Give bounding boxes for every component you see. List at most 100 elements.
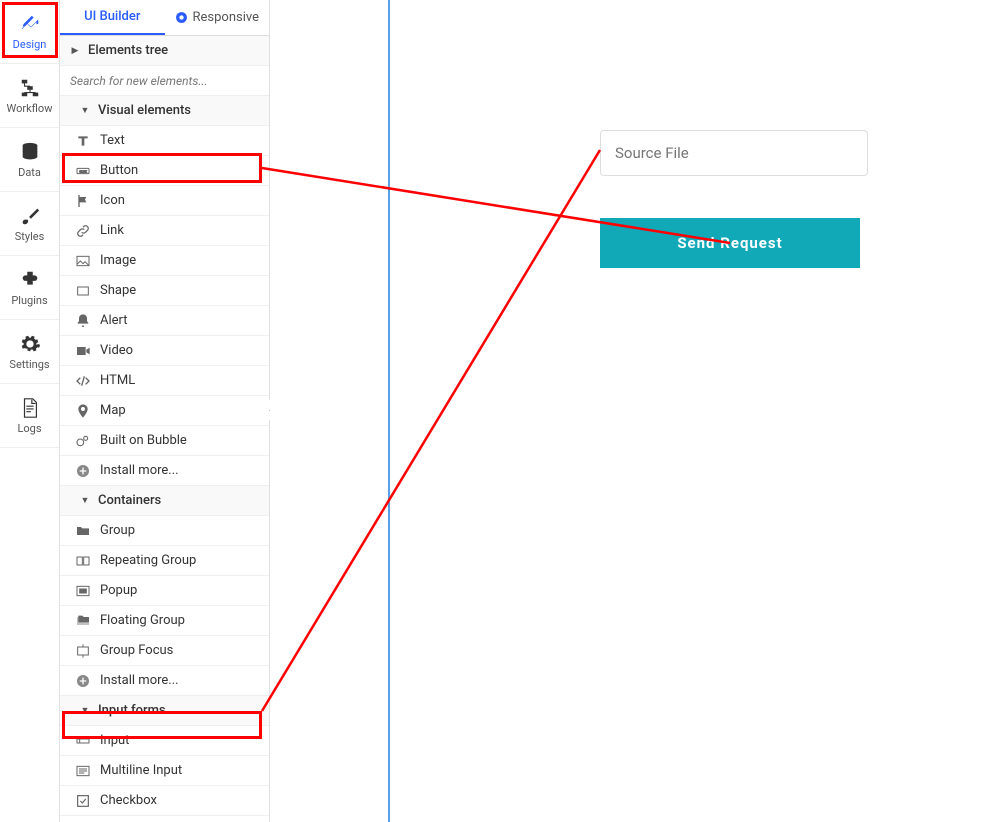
element-map-label: Map bbox=[100, 403, 126, 418]
multiline-input-icon bbox=[74, 762, 92, 780]
design-icon bbox=[19, 13, 41, 35]
element-repeating-group-label: Repeating Group bbox=[100, 553, 196, 568]
element-image[interactable]: Image bbox=[60, 246, 269, 276]
element-checkbox-label: Checkbox bbox=[100, 793, 157, 808]
tab-ui-builder-label: UI Builder bbox=[84, 9, 140, 24]
element-button-label: Button bbox=[100, 163, 138, 178]
element-input-label: Input bbox=[100, 733, 129, 748]
rail-styles-label: Styles bbox=[15, 230, 45, 243]
element-icon[interactable]: Icon bbox=[60, 186, 269, 216]
element-checkbox[interactable]: Checkbox bbox=[60, 786, 269, 816]
rail-design[interactable]: Design bbox=[0, 0, 59, 64]
section-elements-tree-label: Elements tree bbox=[88, 43, 168, 58]
search-input[interactable] bbox=[60, 66, 269, 96]
element-icon-label: Icon bbox=[100, 193, 125, 208]
video-icon bbox=[74, 342, 92, 360]
rail-settings-label: Settings bbox=[9, 358, 49, 371]
rail-plugins[interactable]: Plugins bbox=[0, 256, 59, 320]
caret-down-icon: ▼ bbox=[80, 495, 90, 506]
workflow-icon bbox=[19, 77, 41, 99]
element-multiline-input[interactable]: Multiline Input bbox=[60, 756, 269, 786]
source-file-input[interactable] bbox=[600, 130, 868, 176]
section-input-forms-label: Input forms bbox=[98, 703, 166, 718]
canvas[interactable]: Send Request bbox=[270, 0, 999, 822]
element-input[interactable]: Input bbox=[60, 726, 269, 756]
element-install-more-visual-label: Install more... bbox=[100, 463, 179, 478]
elements-scroll[interactable]: ▶ Elements tree ▼ Visual elements Text C… bbox=[60, 36, 269, 822]
logs-icon bbox=[19, 397, 41, 419]
element-html[interactable]: HTML bbox=[60, 366, 269, 396]
element-group[interactable]: Group bbox=[60, 516, 269, 546]
section-visual-elements[interactable]: ▼ Visual elements bbox=[60, 96, 269, 126]
bell-icon bbox=[74, 312, 92, 330]
caret-down-icon: ▼ bbox=[80, 105, 90, 116]
plugin-icon bbox=[19, 269, 41, 291]
text-icon bbox=[74, 132, 92, 150]
rail-logs[interactable]: Logs bbox=[0, 384, 59, 448]
element-link[interactable]: Link bbox=[60, 216, 269, 246]
link-icon bbox=[74, 222, 92, 240]
flag-icon bbox=[74, 192, 92, 210]
rail-styles[interactable]: Styles bbox=[0, 192, 59, 256]
rail-settings[interactable]: Settings bbox=[0, 320, 59, 384]
checkbox-icon bbox=[74, 792, 92, 810]
element-group-focus-label: Group Focus bbox=[100, 643, 173, 658]
left-rail: Design Workflow Data Styles Plugins bbox=[0, 0, 60, 822]
section-elements-tree[interactable]: ▶ Elements tree bbox=[60, 36, 269, 66]
input-icon bbox=[74, 732, 92, 750]
tab-ui-builder[interactable]: UI Builder bbox=[60, 0, 165, 35]
element-install-more-visual[interactable]: Install more... bbox=[60, 456, 269, 486]
element-video[interactable]: Video bbox=[60, 336, 269, 366]
element-popup-label: Popup bbox=[100, 583, 137, 598]
repeating-group-icon bbox=[74, 552, 92, 570]
element-alert[interactable]: Alert bbox=[60, 306, 269, 336]
element-install-more-containers-label: Install more... bbox=[100, 673, 179, 688]
element-built-on-bubble-label: Built on Bubble bbox=[100, 433, 187, 448]
element-link-label: Link bbox=[100, 223, 124, 238]
database-icon bbox=[19, 141, 41, 163]
section-visual-elements-label: Visual elements bbox=[98, 103, 191, 118]
element-text[interactable]: Text bbox=[60, 126, 269, 156]
element-button[interactable]: CLICK Button bbox=[60, 156, 269, 186]
element-popup[interactable]: Popup bbox=[60, 576, 269, 606]
image-icon bbox=[74, 252, 92, 270]
element-built-on-bubble[interactable]: Built on Bubble bbox=[60, 426, 269, 456]
rail-plugins-label: Plugins bbox=[11, 294, 47, 307]
group-focus-icon bbox=[74, 642, 92, 660]
rail-workflow-label: Workflow bbox=[7, 102, 53, 115]
element-floating-group[interactable]: Floating Group bbox=[60, 606, 269, 636]
element-shape-label: Shape bbox=[100, 283, 136, 298]
section-input-forms[interactable]: ▼ Input forms bbox=[60, 696, 269, 726]
element-group-label: Group bbox=[100, 523, 135, 538]
section-containers[interactable]: ▼ Containers bbox=[60, 486, 269, 516]
element-dropdown[interactable]: Dropdown bbox=[60, 816, 269, 822]
shape-icon bbox=[74, 282, 92, 300]
element-map[interactable]: Map bbox=[60, 396, 269, 426]
canvas-guide-line bbox=[388, 0, 390, 822]
element-html-label: HTML bbox=[100, 373, 135, 388]
map-pin-icon bbox=[74, 402, 92, 420]
element-floating-group-label: Floating Group bbox=[100, 613, 185, 628]
popup-icon bbox=[74, 582, 92, 600]
tab-responsive[interactable]: Responsive bbox=[165, 0, 270, 35]
folder-icon bbox=[74, 522, 92, 540]
responsive-icon bbox=[175, 11, 189, 25]
element-multiline-input-label: Multiline Input bbox=[100, 763, 182, 778]
rail-data[interactable]: Data bbox=[0, 128, 59, 192]
element-install-more-containers[interactable]: Install more... bbox=[60, 666, 269, 696]
element-text-label: Text bbox=[100, 133, 125, 148]
plus-circle-icon bbox=[74, 462, 92, 480]
element-group-focus[interactable]: Group Focus bbox=[60, 636, 269, 666]
send-request-button[interactable]: Send Request bbox=[600, 218, 860, 268]
brush-icon bbox=[19, 205, 41, 227]
element-repeating-group[interactable]: Repeating Group bbox=[60, 546, 269, 576]
rail-workflow[interactable]: Workflow bbox=[0, 64, 59, 128]
section-containers-label: Containers bbox=[98, 493, 161, 508]
rail-logs-label: Logs bbox=[17, 422, 41, 435]
panel-tabs: UI Builder Responsive bbox=[60, 0, 269, 36]
element-shape[interactable]: Shape bbox=[60, 276, 269, 306]
gear-icon bbox=[19, 333, 41, 355]
element-image-label: Image bbox=[100, 253, 136, 268]
button-icon: CLICK bbox=[74, 162, 92, 180]
caret-right-icon: ▶ bbox=[70, 46, 80, 56]
